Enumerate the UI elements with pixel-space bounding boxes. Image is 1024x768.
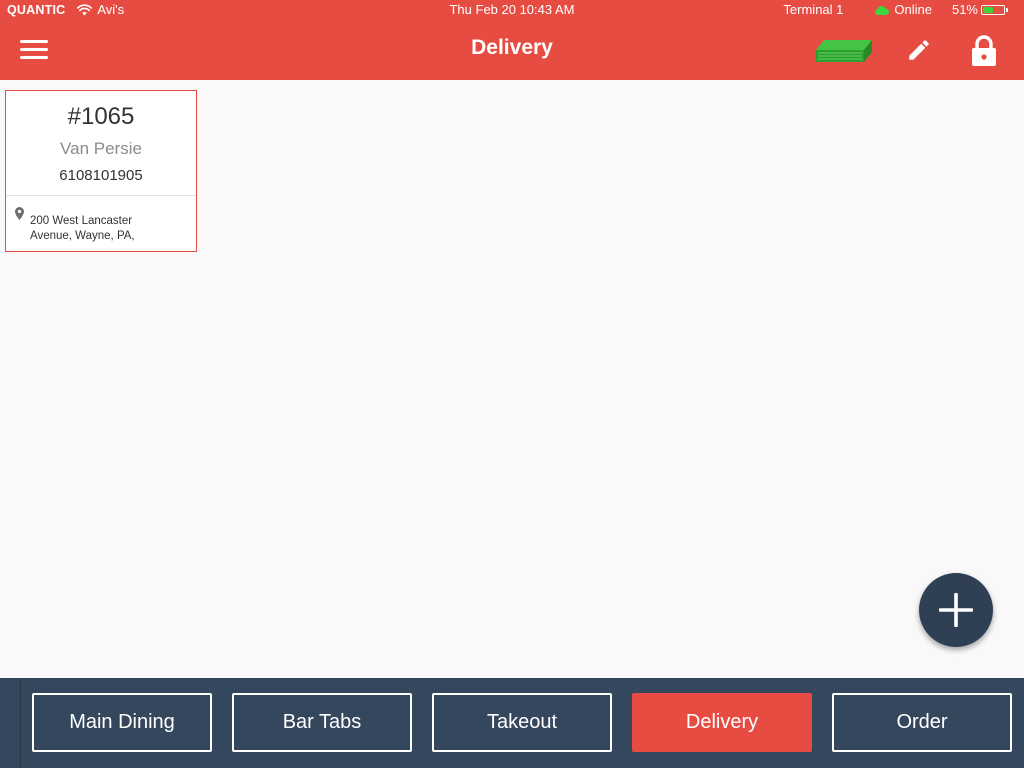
top-bar: QUANTIC Avi's Thu Feb 20 10:43 AM Termin… bbox=[0, 0, 1024, 80]
customer-phone: 6108101905 bbox=[59, 167, 143, 184]
lock-icon[interactable] bbox=[970, 35, 998, 67]
status-bar: QUANTIC Avi's Thu Feb 20 10:43 AM Termin… bbox=[0, 0, 1024, 20]
status-left: QUANTIC Avi's bbox=[7, 0, 124, 20]
connection-status: Online bbox=[894, 2, 932, 17]
battery-tip bbox=[1006, 8, 1008, 12]
tab-main-dining[interactable]: Main Dining bbox=[32, 693, 212, 752]
menu-icon[interactable] bbox=[20, 40, 48, 60]
battery-percent: 51% bbox=[951, 2, 978, 17]
add-order-button[interactable] bbox=[919, 573, 993, 647]
network-name: Avi's bbox=[97, 2, 125, 17]
order-number: #1065 bbox=[67, 103, 135, 130]
tab-bar-tabs[interactable]: Bar Tabs bbox=[232, 693, 412, 752]
cloud-icon bbox=[875, 5, 890, 15]
plus-icon bbox=[939, 593, 973, 627]
cash-drawer-icon[interactable] bbox=[814, 38, 874, 64]
wifi-icon bbox=[77, 4, 93, 16]
delivery-address: 200 West Lancaster Avenue, Wayne, PA, bbox=[30, 214, 190, 243]
battery-level bbox=[983, 7, 994, 13]
customer-name: Van Persie bbox=[60, 139, 142, 158]
tab-order[interactable]: Order bbox=[832, 693, 1012, 752]
pencil-icon[interactable] bbox=[906, 37, 932, 63]
address-line-1: 200 West Lancaster bbox=[30, 215, 133, 227]
tab-takeout[interactable]: Takeout bbox=[432, 693, 612, 752]
status-right: Terminal 1 Online 51% bbox=[783, 0, 1008, 20]
location-pin-icon bbox=[15, 207, 24, 220]
bottom-tab-bar: Main Dining Bar Tabs Takeout Delivery Or… bbox=[0, 678, 1024, 768]
carrier-name: QUANTIC bbox=[7, 3, 66, 17]
battery-icon bbox=[981, 5, 1005, 15]
card-divider bbox=[6, 195, 196, 196]
tab-delivery[interactable]: Delivery bbox=[632, 693, 812, 752]
terminal-label: Terminal 1 bbox=[783, 2, 844, 17]
order-card[interactable]: #1065 Van Persie 6108101905 200 West Lan… bbox=[5, 90, 197, 252]
address-line-2: Avenue, Wayne, PA, bbox=[30, 229, 135, 242]
